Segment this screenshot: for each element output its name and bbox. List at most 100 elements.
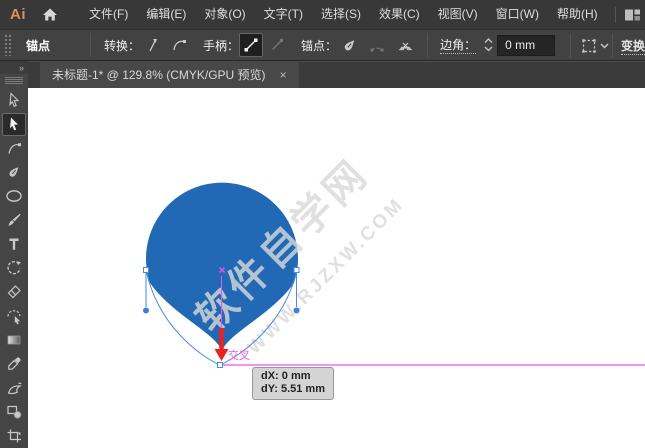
cut-path-button[interactable] bbox=[393, 33, 417, 57]
rotate-tool[interactable] bbox=[2, 257, 26, 280]
hide-handles-button[interactable] bbox=[265, 33, 289, 57]
tooltip-dy: dY: 5.51 mm bbox=[261, 383, 325, 395]
menu-view[interactable]: 视图(V) bbox=[429, 0, 487, 29]
width-swirl-icon bbox=[7, 382, 22, 395]
curvature-icon bbox=[8, 143, 21, 154]
document-title: 未标题-1* @ 129.8% (CMYK/GPU 预览) bbox=[52, 68, 266, 82]
eraser-icon bbox=[7, 285, 21, 299]
menu-object[interactable]: 对象(O) bbox=[195, 0, 254, 29]
stepper-down-icon bbox=[484, 46, 493, 52]
intersect-label: 交叉 bbox=[228, 348, 250, 362]
selection-arrow-icon bbox=[9, 92, 20, 108]
bounding-box-options-button[interactable] bbox=[581, 30, 609, 60]
artboard-canvas[interactable]: 软件自学网 WWW.RJZXW.COM 交叉 dX: 0 mm dY: 5.51… bbox=[28, 88, 645, 448]
expand-panel-icon[interactable]: » bbox=[19, 63, 24, 73]
tools-panel-grip[interactable] bbox=[5, 77, 23, 85]
eyedropper-tool[interactable] bbox=[2, 353, 26, 376]
menu-bar: Ai 文件(F) 编辑(E) 对象(O) 文字(T) 选择(S) 效果(C) 视… bbox=[0, 0, 645, 29]
menu-type[interactable]: 文字(T) bbox=[255, 0, 312, 29]
scissors-path-icon bbox=[398, 42, 412, 51]
type-T-icon bbox=[9, 238, 19, 250]
app-logo: Ai bbox=[10, 6, 26, 23]
paintbrush-tool[interactable] bbox=[2, 209, 26, 232]
control-bar: 锚点 转换： 手柄： 锚点： 边角： 0 mm 变换 bbox=[0, 29, 645, 61]
convert-to-corner-button[interactable] bbox=[140, 33, 164, 57]
shape-builder-tool[interactable] bbox=[2, 401, 26, 424]
hide-handles-icon bbox=[272, 38, 284, 50]
document-tab[interactable]: 未标题-1* @ 129.8% (CMYK/GPU 预览) × bbox=[40, 61, 299, 88]
convert-to-smooth-button[interactable] bbox=[167, 33, 191, 57]
illustrator-window: Ai 文件(F) 编辑(E) 对象(O) 文字(T) 选择(S) 效果(C) 视… bbox=[0, 0, 645, 448]
artboard-tool[interactable] bbox=[2, 424, 26, 447]
stepper-up-icon bbox=[484, 38, 493, 43]
controlbar-divider bbox=[612, 30, 613, 60]
pen-tool[interactable] bbox=[2, 161, 26, 184]
bottom-anchor-point[interactable] bbox=[217, 362, 223, 368]
corner-stepper[interactable] bbox=[482, 34, 495, 56]
tab-close-icon[interactable]: × bbox=[280, 68, 287, 82]
handles-label: 手柄： bbox=[203, 38, 240, 53]
corner-radius-input[interactable] bbox=[497, 34, 556, 56]
selection-tool[interactable] bbox=[2, 89, 26, 112]
shaper-tool[interactable] bbox=[2, 305, 26, 328]
shaper-icon bbox=[6, 309, 20, 324]
right-anchor-point[interactable] bbox=[293, 267, 300, 273]
eraser-tool[interactable] bbox=[2, 281, 26, 304]
menu-file[interactable]: 文件(F) bbox=[80, 0, 137, 29]
measurement-tooltip: dX: 0 mm dY: 5.51 mm bbox=[252, 367, 334, 400]
main-menu: 文件(F) 编辑(E) 对象(O) 文字(T) 选择(S) 效果(C) 视图(V… bbox=[80, 0, 607, 29]
right-handle-dot[interactable] bbox=[293, 307, 300, 314]
workspace-layout-icon bbox=[624, 8, 641, 22]
chevron-down-icon bbox=[600, 43, 609, 49]
convert-label: 转换： bbox=[104, 38, 141, 53]
menu-select[interactable]: 选择(S) bbox=[312, 0, 370, 29]
gradient-tool[interactable] bbox=[2, 329, 26, 352]
ellipse-tool[interactable] bbox=[2, 185, 26, 208]
pen-nib-icon bbox=[344, 39, 354, 50]
eyedropper-icon bbox=[8, 357, 21, 370]
menu-edit[interactable]: 编辑(E) bbox=[137, 0, 195, 29]
menu-help[interactable]: 帮助(H) bbox=[548, 0, 607, 29]
drag-arrow-head bbox=[214, 349, 229, 361]
menubar-divider bbox=[614, 6, 616, 23]
width-tool[interactable] bbox=[2, 377, 26, 400]
anchors-label: 锚点： bbox=[301, 38, 338, 53]
rotate-icon bbox=[7, 261, 21, 275]
menu-effect[interactable]: 效果(C) bbox=[370, 0, 429, 29]
direct-selection-tool[interactable] bbox=[2, 112, 26, 136]
panel-grip[interactable] bbox=[4, 34, 12, 56]
ellipse-icon bbox=[6, 190, 22, 202]
show-handles-icon bbox=[244, 38, 258, 52]
pen-nib-icon bbox=[9, 167, 19, 177]
connect-endpoints-button[interactable] bbox=[365, 33, 389, 57]
corner-label[interactable]: 边角： bbox=[440, 36, 477, 54]
show-handles-button[interactable] bbox=[239, 33, 264, 57]
left-anchor-point[interactable] bbox=[143, 267, 149, 273]
tools-panel-header[interactable]: » bbox=[0, 61, 28, 75]
controlbar-divider bbox=[427, 33, 429, 57]
transform-link[interactable]: 变换 bbox=[621, 37, 645, 55]
tooltip-dx: dX: 0 mm bbox=[261, 370, 311, 382]
curvature-tool[interactable] bbox=[2, 137, 26, 160]
artwork-layer: 软件自学网 WWW.RJZXW.COM 交叉 bbox=[143, 151, 645, 368]
controlbar-divider bbox=[90, 33, 92, 57]
document-area: 未标题-1* @ 129.8% (CMYK/GPU 预览) × 软件自学网 WW… bbox=[28, 61, 645, 448]
workspace-switcher[interactable] bbox=[607, 6, 645, 23]
corner-point-icon bbox=[149, 39, 158, 52]
dashed-rect-icon bbox=[582, 39, 596, 53]
context-label: 锚点 bbox=[26, 38, 51, 53]
left-handle-dot[interactable] bbox=[143, 307, 149, 314]
tools-panel: » bbox=[0, 61, 28, 448]
type-tool[interactable] bbox=[2, 233, 26, 256]
main-area: » 未标题-1* @ 129.8% (CMYK/GPU 预览) × 软件自学网 … bbox=[0, 61, 645, 448]
home-icon[interactable] bbox=[42, 7, 58, 22]
remove-anchor-button[interactable] bbox=[337, 33, 361, 57]
direct-selection-arrow-icon bbox=[10, 117, 18, 131]
document-tab-bar: 未标题-1* @ 129.8% (CMYK/GPU 预览) × bbox=[28, 61, 645, 88]
artboard-icon bbox=[7, 429, 21, 443]
paintbrush-icon bbox=[8, 213, 21, 226]
connect-path-icon bbox=[370, 47, 384, 52]
menu-window[interactable]: 窗口(W) bbox=[487, 0, 548, 29]
controlbar-divider bbox=[570, 30, 571, 60]
shape-builder-icon bbox=[6, 406, 21, 420]
